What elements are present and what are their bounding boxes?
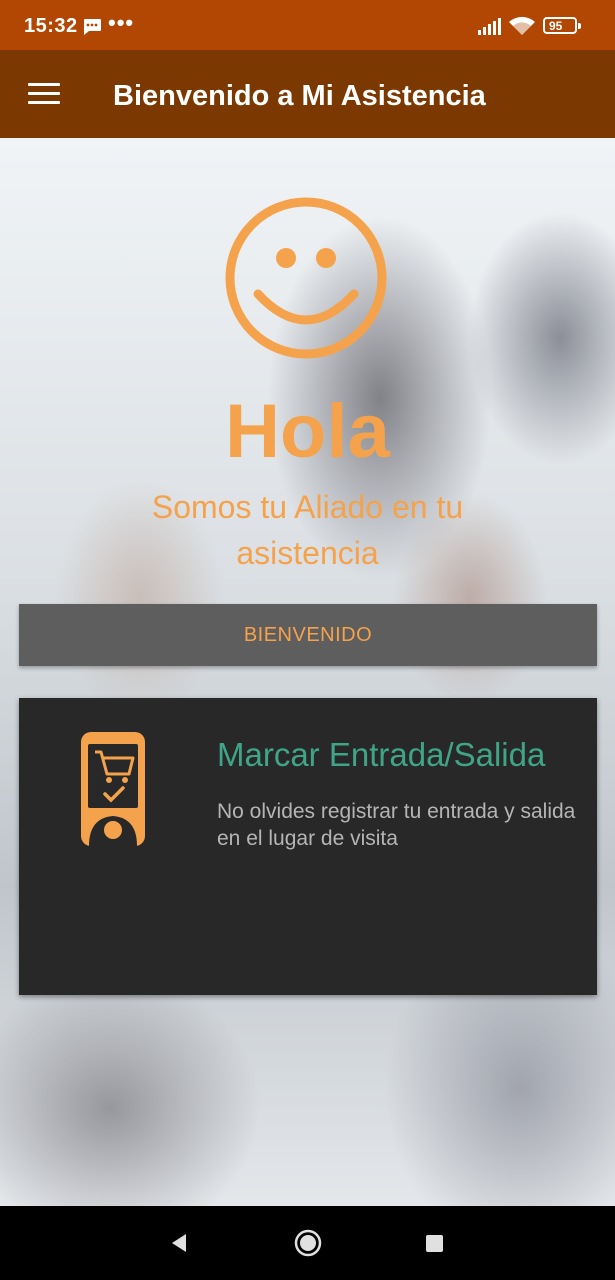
mobile-cart-icon [81,732,145,846]
card-title: Marcar Entrada/Salida [217,736,546,773]
battery-icon: 95 [543,17,581,34]
bienvenido-button[interactable]: BIENVENIDO [19,604,597,666]
system-nav-bar [0,1206,615,1280]
tagline-text: Somos tu Aliado en tu asistencia [151,489,464,571]
home-icon[interactable] [294,1229,322,1257]
status-time: 15:32 [24,15,78,37]
more-dots-icon: ••• [108,10,135,35]
status-bar: 15:32 ••• 95 [0,0,615,50]
battery-level: 95 [549,19,563,33]
main-content: Hola Somos tu Aliado en tu asistencia BI… [0,138,615,1206]
message-icon [84,19,101,35]
greeting-heading: Hola [225,389,390,474]
smiley-icon [225,197,387,359]
mark-attendance-card[interactable]: Marcar Entrada/Salida No olvides registr… [19,698,597,995]
app-title: Bienvenido a Mi Asistencia [113,80,486,112]
wifi-icon [509,16,535,35]
hamburger-menu-icon[interactable] [28,83,60,105]
back-icon[interactable] [168,1232,190,1254]
signal-icon [478,18,501,35]
app-bar: Bienvenido a Mi Asistencia [0,50,615,138]
card-description: No olvides registrar tu entrada y salida… [217,800,576,850]
recents-icon[interactable] [425,1234,444,1253]
